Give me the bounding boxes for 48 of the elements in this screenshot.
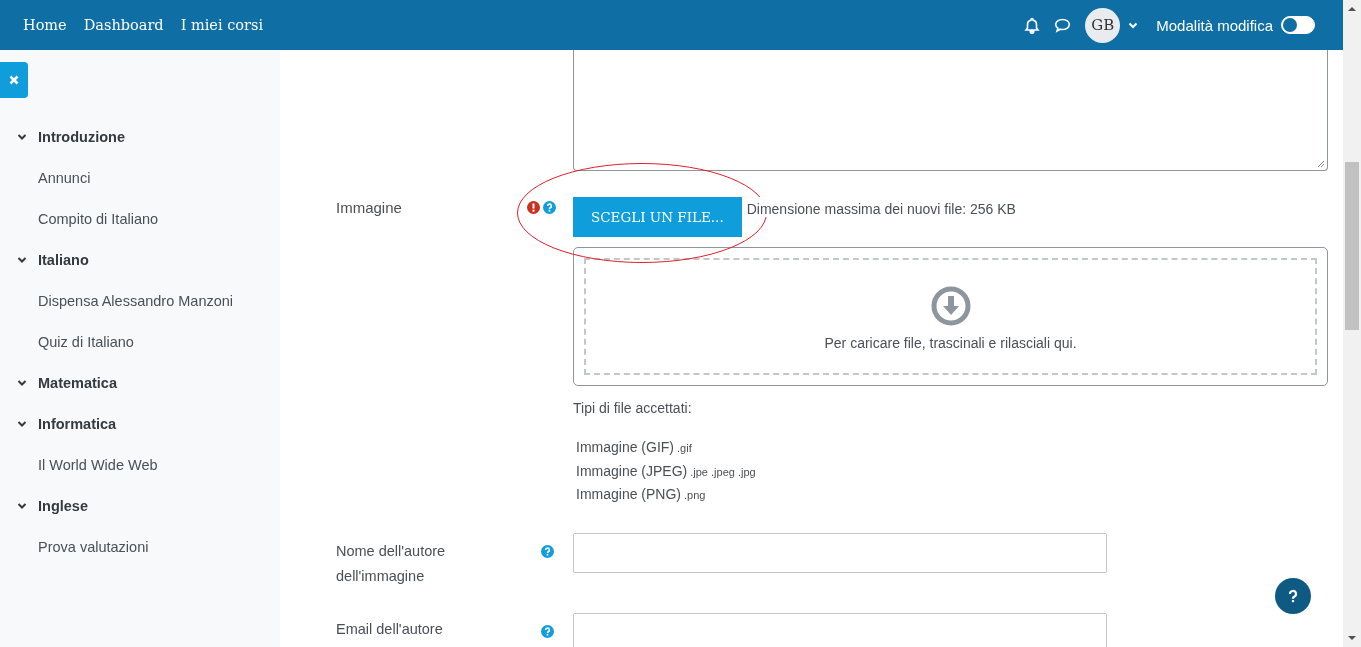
accepted-types-heading: Tipi di file accettati:	[573, 400, 693, 416]
scroll-down-icon[interactable]	[1348, 635, 1356, 641]
help-icon[interactable]	[541, 624, 554, 638]
speech-bubble-icon[interactable]	[1054, 17, 1072, 33]
scrollbar[interactable]	[1343, 0, 1361, 647]
text-input-field[interactable]	[573, 532, 1107, 573]
section-link[interactable]: Matematica	[38, 374, 117, 391]
help-icon[interactable]	[543, 201, 556, 214]
field-label: Email dell'autore	[336, 620, 443, 637]
file-extensions: .gif	[677, 442, 692, 454]
file-extensions: .jpe .jpeg .jpg	[690, 465, 756, 478]
question-mark-icon	[1286, 589, 1300, 603]
field-label: Nome dell'autore dell'immagine	[336, 542, 446, 584]
activity-link[interactable]: Prova valutazioni	[38, 538, 149, 555]
nav-link[interactable]: Home	[23, 17, 67, 33]
activity-link[interactable]: Compito di Italiano	[38, 210, 159, 227]
edit-mode-label: Modalità modifica	[1156, 16, 1273, 34]
help-icon[interactable]	[541, 544, 554, 558]
section-link[interactable]: Introduzione	[38, 128, 125, 145]
resize-grip-icon[interactable]	[1317, 160, 1325, 168]
close-icon	[9, 75, 19, 85]
scrollbar-thumb[interactable]	[1345, 162, 1359, 330]
activity-link[interactable]: Il World Wide Web	[38, 456, 158, 473]
textarea-field[interactable]	[573, 50, 1328, 171]
file-extensions: .png	[684, 489, 706, 501]
activity-link[interactable]: Quiz di Italiano	[38, 333, 134, 350]
file-drop-area[interactable]: Per caricare file, trascinali e rilasciali qui.	[573, 247, 1328, 386]
edit-mode-toggle[interactable]	[1281, 16, 1315, 34]
drop-hint: Per caricare file, trascinali e rilasciali qui.	[824, 335, 1077, 351]
field-label: Immagine	[336, 199, 402, 216]
max-size-text: Dimensione massima dei nuovi file: 256 KB	[746, 197, 1016, 217]
activity-link[interactable]: Annunci	[38, 169, 91, 186]
section-link[interactable]: Informatica	[38, 415, 117, 432]
user-avatar[interactable]: GB	[1085, 7, 1121, 43]
nav-link[interactable]: Dashboard	[83, 17, 164, 33]
section-link[interactable]: Inglese	[38, 497, 88, 514]
caret-icon[interactable]	[1128, 21, 1139, 29]
activity-link[interactable]: Dispensa Alessandro Manzoni	[38, 292, 234, 309]
section-link[interactable]: Italiano	[38, 251, 89, 268]
help-button[interactable]	[1275, 578, 1311, 614]
text-input-field[interactable]	[573, 612, 1107, 647]
bell-icon[interactable]	[1024, 16, 1041, 34]
file-type-name: Immagine (JPEG)	[576, 462, 688, 479]
scroll-up-icon[interactable]	[1348, 6, 1356, 12]
file-type-name: Immagine (PNG)	[576, 486, 682, 502]
close-drawer-button[interactable]	[0, 62, 28, 98]
file-type-name: Immagine (GIF)	[576, 439, 674, 455]
nav-link[interactable]: I miei corsi	[180, 17, 264, 33]
